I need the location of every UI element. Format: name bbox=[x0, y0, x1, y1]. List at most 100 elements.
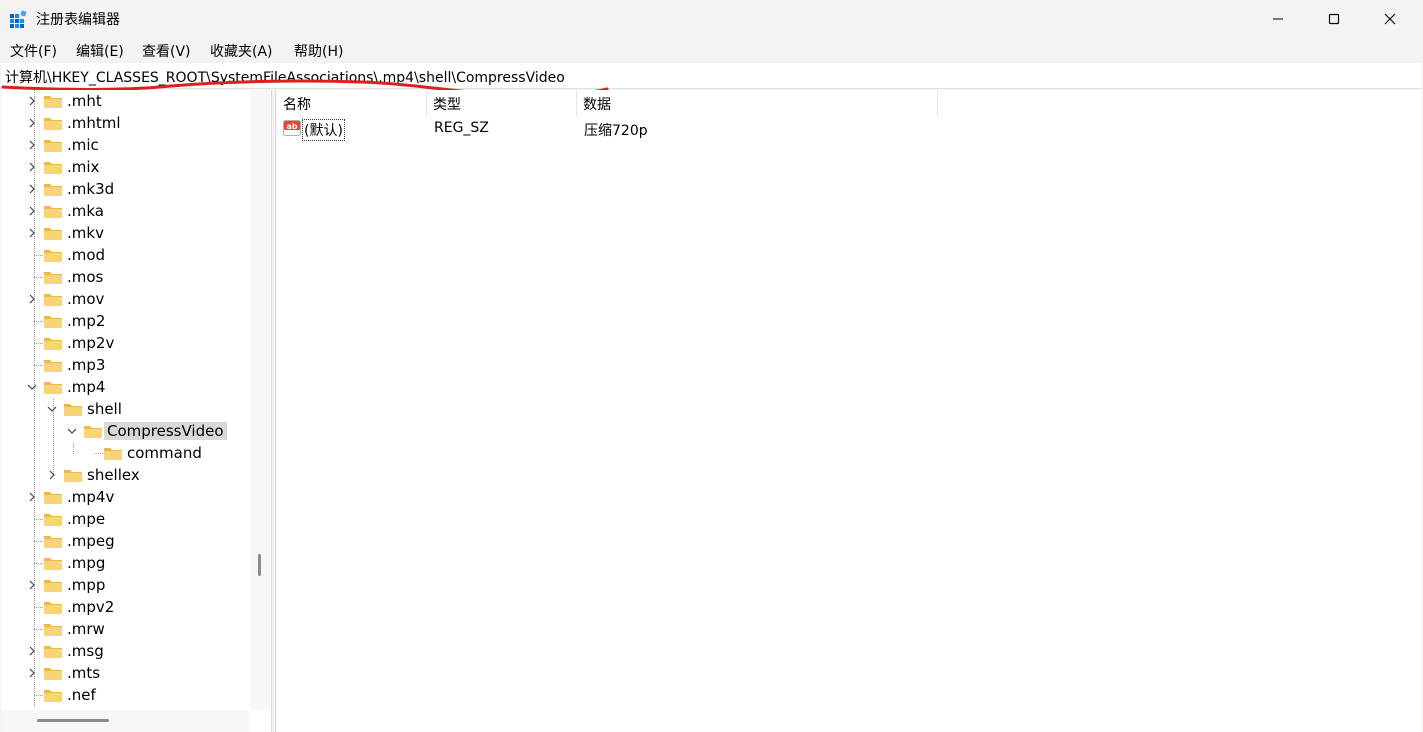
menu-favorites[interactable]: 收藏夹(A) bbox=[208, 41, 275, 61]
tree-item[interactable]: .mka bbox=[1, 200, 249, 222]
chevron-right-icon[interactable] bbox=[45, 467, 59, 483]
tree-item[interactable]: .mix bbox=[1, 156, 249, 178]
folder-icon bbox=[43, 269, 63, 285]
value-data: 压缩720p bbox=[584, 123, 648, 139]
tree-item[interactable]: .mp3 bbox=[1, 354, 249, 376]
tree-item[interactable]: .mhtml bbox=[1, 112, 249, 134]
tree-item[interactable]: .mkv bbox=[1, 222, 249, 244]
tree-guide-line bbox=[94, 453, 103, 454]
tree-item[interactable]: .mpv2 bbox=[1, 596, 249, 618]
folder-icon bbox=[43, 621, 63, 637]
chevron-right-icon[interactable] bbox=[25, 643, 39, 659]
tree-item-label: .mka bbox=[67, 202, 104, 220]
tree-item[interactable]: .mod bbox=[1, 244, 249, 266]
folder-icon bbox=[43, 115, 63, 131]
menu-view[interactable]: 查看(V) bbox=[140, 41, 193, 61]
pane-splitter[interactable] bbox=[271, 90, 276, 732]
tree-item[interactable]: .nef bbox=[1, 684, 249, 706]
tree-item[interactable]: .mk3d bbox=[1, 178, 249, 200]
key-tree: .mht .mhtml .mic .mix .mk3d .mka .mkv .mod .mos.… bbox=[1, 90, 249, 710]
chevron-right-icon[interactable] bbox=[25, 489, 39, 505]
minimize-icon bbox=[1273, 18, 1283, 20]
folder-icon bbox=[43, 489, 63, 505]
tree-item[interactable]: .mpe bbox=[1, 508, 249, 530]
maximize-button[interactable] bbox=[1311, 0, 1357, 38]
tree-guide-line bbox=[34, 343, 43, 344]
chevron-right-icon[interactable] bbox=[25, 291, 39, 307]
tree-item-label: .mk3d bbox=[67, 180, 115, 198]
address-bar[interactable]: 计算机\HKEY_CLASSES_ROOT\SystemFileAssociat… bbox=[1, 63, 1422, 98]
tree-item[interactable]: .mos bbox=[1, 266, 249, 288]
tree-item[interactable]: .mrw bbox=[1, 618, 249, 640]
value-type: REG_SZ bbox=[434, 120, 489, 136]
tree-horizontal-scrollbar[interactable] bbox=[1, 710, 249, 732]
menu-bar: 文件(F) 编辑(E) 查看(V) 收藏夹(A) 帮助(H) bbox=[0, 38, 1423, 62]
folder-icon bbox=[43, 357, 63, 373]
tree-item[interactable]: CompressVideo bbox=[1, 420, 249, 442]
tree-guide-line bbox=[34, 607, 43, 608]
folder-icon bbox=[43, 533, 63, 549]
tree-item[interactable]: shellex bbox=[1, 464, 249, 486]
tree-item[interactable]: .mp2 bbox=[1, 310, 249, 332]
menu-help[interactable]: 帮助(H) bbox=[292, 41, 345, 61]
menu-file[interactable]: 文件(F) bbox=[8, 41, 59, 61]
tree-item[interactable]: .mov bbox=[1, 288, 249, 310]
folder-icon bbox=[43, 225, 63, 241]
tree-item-label: .mpeg bbox=[67, 532, 115, 550]
tree-item-label: .mhtml bbox=[67, 114, 121, 132]
column-header-name[interactable]: 名称 bbox=[277, 90, 427, 116]
tree-item-label: .mp2v bbox=[67, 334, 115, 352]
value-row[interactable]: ab (默认) REG_SZ 压缩720p bbox=[277, 118, 1422, 141]
tree-item[interactable]: shell bbox=[1, 398, 249, 420]
tree-item[interactable]: command bbox=[1, 442, 249, 464]
tree-item-label: .mrw bbox=[67, 620, 105, 638]
title-bar: 注册表编辑器 bbox=[0, 0, 1423, 38]
values-list-pane[interactable]: 名称 类型 数据 ab (默认) REG_SZ 压缩720p bbox=[277, 90, 1422, 732]
chevron-right-icon[interactable] bbox=[25, 665, 39, 681]
column-header-type[interactable]: 类型 bbox=[427, 90, 577, 116]
folder-icon bbox=[43, 577, 63, 593]
tree-item[interactable]: .mht bbox=[1, 90, 249, 112]
tree-item-label: .msg bbox=[67, 642, 104, 660]
tree-item[interactable]: .mpeg bbox=[1, 530, 249, 552]
tree-vertical-scroll-thumb[interactable] bbox=[258, 554, 261, 576]
tree-item[interactable]: .mic bbox=[1, 134, 249, 156]
chevron-down-icon[interactable] bbox=[65, 423, 79, 439]
chevron-right-icon[interactable] bbox=[25, 203, 39, 219]
tree-vertical-scrollbar[interactable] bbox=[250, 90, 270, 710]
chevron-right-icon[interactable] bbox=[25, 181, 39, 197]
tree-guide-line bbox=[34, 277, 43, 278]
key-tree-pane[interactable]: .mht .mhtml .mic .mix .mk3d .mka .mkv .mod .mos.… bbox=[1, 90, 271, 732]
tree-item[interactable]: .msg bbox=[1, 640, 249, 662]
tree-horizontal-scroll-thumb[interactable] bbox=[37, 719, 109, 722]
tree-item[interactable]: .mts bbox=[1, 662, 249, 684]
chevron-right-icon[interactable] bbox=[25, 159, 39, 175]
tree-item[interactable]: .mpp bbox=[1, 574, 249, 596]
tree-guide-line bbox=[34, 695, 43, 696]
tree-item-label: shellex bbox=[87, 466, 140, 484]
folder-icon bbox=[63, 467, 83, 483]
tree-item-label: command bbox=[127, 444, 202, 462]
folder-icon bbox=[43, 181, 63, 197]
chevron-right-icon[interactable] bbox=[25, 115, 39, 131]
tree-guide-line bbox=[34, 519, 43, 520]
chevron-right-icon[interactable] bbox=[25, 225, 39, 241]
column-header-data[interactable]: 数据 bbox=[577, 90, 938, 116]
minimize-button[interactable] bbox=[1255, 0, 1301, 38]
tree-item[interactable]: .mpg bbox=[1, 552, 249, 574]
close-button[interactable] bbox=[1367, 0, 1413, 38]
tree-item-label: .mic bbox=[67, 136, 99, 154]
tree-item-label: .mht bbox=[67, 92, 102, 110]
chevron-down-icon[interactable] bbox=[45, 401, 59, 417]
folder-icon bbox=[43, 599, 63, 615]
tree-item[interactable]: .mp4v bbox=[1, 486, 249, 508]
chevron-right-icon[interactable] bbox=[25, 137, 39, 153]
menu-edit[interactable]: 编辑(E) bbox=[74, 41, 126, 61]
tree-item[interactable]: .mp4 bbox=[1, 376, 249, 398]
folder-icon bbox=[43, 379, 63, 395]
window-title: 注册表编辑器 bbox=[36, 12, 120, 28]
chevron-right-icon[interactable] bbox=[25, 577, 39, 593]
chevron-right-icon[interactable] bbox=[25, 93, 39, 109]
tree-item[interactable]: .mp2v bbox=[1, 332, 249, 354]
chevron-down-icon[interactable] bbox=[25, 379, 39, 395]
